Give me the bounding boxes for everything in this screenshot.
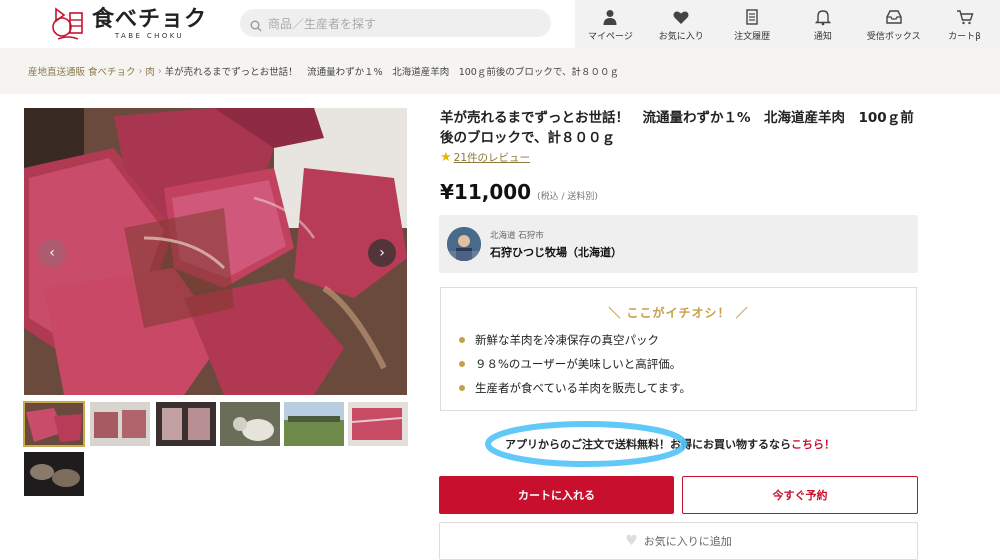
producer-name[interactable]: 石狩ひつじ牧場（北海道） [490,244,622,260]
search-icon [250,17,262,32]
point-text: ９８%のユーザーが美味しいと高評価。 [475,357,682,371]
heart-icon [673,11,689,24]
nav-inbox[interactable]: 受信ボックス [858,0,929,48]
breadcrumb: 産地直送通販 食べチョク › 肉 › 羊が売れるまでずっとお世話！ 流通量わずか… [0,48,1000,94]
nav-label: お気に入り [658,32,704,42]
point-text: 新鮮な羊肉を冷凍保存の真空パック [475,333,659,347]
highlight-annotation [485,421,687,467]
price-block: ¥11,000 (税込 / 送料別) [440,180,598,204]
price-note: (税込 / 送料別) [537,192,598,202]
reserve-now-button[interactable]: 今すぐ予約 [682,476,918,514]
nav-mypage[interactable]: マイページ [575,0,646,48]
bullet-icon [459,361,465,367]
nav-cart[interactable]: カートβ [929,0,1000,48]
thumbnail[interactable] [348,402,408,446]
star-icon: ★ [440,150,452,165]
avatar [447,227,481,261]
breadcrumb-home[interactable]: 産地直送通販 食べチョク [28,64,136,78]
search-placeholder: 商品／生産者を探す [268,16,377,31]
bullet-icon [459,385,465,391]
gallery-prev-button[interactable]: ‹ [38,239,66,267]
thumbnail[interactable] [90,402,150,446]
nav-label: マイページ [588,32,633,42]
breadcrumb-current: 羊が売れるまでずっとお世話！ 流通量わずか１% 北海道産羊肉 100ｇ前後のブロ… [164,67,619,78]
chevron-right-icon: › [379,245,385,261]
producer-region: 北海道 石狩市 [490,230,544,241]
bullet-icon [459,337,465,343]
highlight-points-box: ＼ ここがイチオシ！ ／ 新鮮な羊肉を冷凍保存の真空パック ９８%のユーザーが美… [440,287,917,411]
app-promo-link[interactable]: こちら！ [791,438,835,451]
points-list: 新鮮な羊肉を冷凍保存の真空パック ９８%のユーザーが美味しいと高評価。 生産者が… [459,328,691,400]
review-link[interactable]: 21件のレビュー [454,150,530,165]
favorite-label: お気に入りに追加 [643,535,732,548]
nav-label: 通知 [813,32,832,42]
thumbnail[interactable] [23,401,85,447]
heart-icon: ♥ [625,533,638,549]
nav-notifications[interactable]: 通知 [787,0,858,48]
breadcrumb-category[interactable]: 肉 [145,64,155,78]
site-header: 食べチョク TABE CHOKU 商品／生産者を探す マイページ お気に入り 注… [0,0,1000,48]
breadcrumb-separator: › [138,65,143,77]
product-main-image[interactable] [24,108,407,395]
header-nav: マイページ お気に入り 注文履歴 通知 受信ボックス カートβ [575,0,1000,48]
logo-mark-icon [48,5,88,43]
review-summary[interactable]: ★ 21件のレビュー [440,150,530,165]
chevron-left-icon: ‹ [49,245,55,261]
list-item: ９８%のユーザーが美味しいと高評価。 [459,352,691,376]
add-to-favorites-button[interactable]: ♥ お気に入りに追加 [439,522,918,560]
nav-label: カートβ [948,32,981,42]
breadcrumb-separator: › [157,65,162,77]
bell-icon [814,10,832,26]
logo-title: 食べチョク [92,6,208,32]
cart-icon [956,10,974,25]
point-text: 生産者が食べている羊肉を販売してます。 [475,381,691,395]
nav-label: 受信ボックス [866,32,921,42]
product-title: 羊が売れるまでずっとお世話！ 流通量わずか１% 北海道産羊肉 100ｇ前後のブロ… [440,110,914,146]
producer-card[interactable]: 北海道 石狩市 石狩ひつじ牧場（北海道） [439,215,918,273]
list-item: 新鮮な羊肉を冷凍保存の真空パック [459,328,691,352]
site-logo[interactable]: 食べチョク TABE CHOKU [48,4,208,44]
receipt-icon [746,9,758,25]
nav-order-history[interactable]: 注文履歴 [717,0,788,48]
thumbnail[interactable] [220,402,280,446]
gallery-next-button[interactable]: › [368,239,396,267]
user-icon [603,10,617,25]
price-value: ¥11,000 [440,180,532,204]
logo-subtitle: TABE CHOKU [114,31,185,40]
nav-label: 注文履歴 [734,32,771,42]
search-input[interactable]: 商品／生産者を探す [240,9,551,37]
thumbnail[interactable] [156,402,216,446]
list-item: 生産者が食べている羊肉を販売してます。 [459,376,691,400]
points-title: ＼ ここがイチオシ！ ／ [608,306,749,320]
add-to-cart-button[interactable]: カートに入れる [439,476,674,514]
nav-favorites[interactable]: お気に入り [646,0,717,48]
thumbnail[interactable] [24,452,84,496]
thumbnail[interactable] [284,402,344,446]
inbox-icon [886,10,902,24]
